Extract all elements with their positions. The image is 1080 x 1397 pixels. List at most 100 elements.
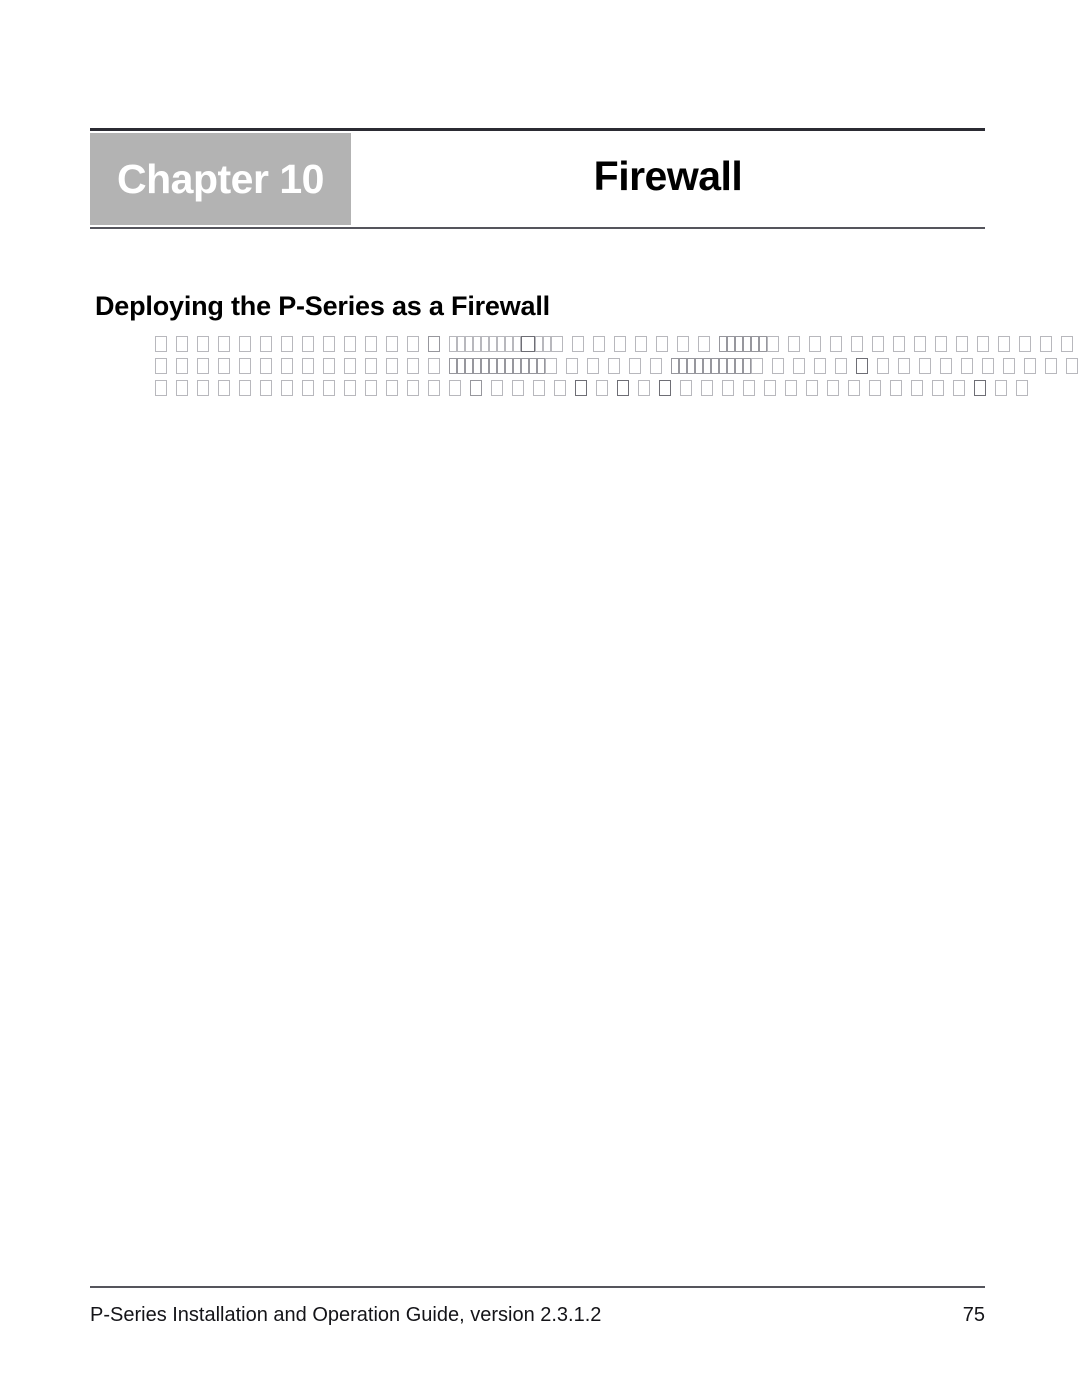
- missing-glyph-box: [260, 358, 272, 374]
- missing-glyph-box: [323, 358, 335, 374]
- missing-glyph-box: [155, 380, 167, 396]
- missing-glyph-box: [537, 358, 545, 374]
- missing-glyph-box: [656, 336, 668, 352]
- missing-glyph-box: [848, 380, 860, 396]
- missing-glyph-box: [197, 380, 209, 396]
- missing-glyph-box: [703, 358, 711, 374]
- missing-glyph-box: [197, 336, 209, 352]
- missing-glyph-box: [407, 358, 419, 374]
- missing-glyph-box: [551, 336, 563, 352]
- missing-glyph-box: [961, 358, 973, 374]
- missing-glyph-box: [935, 336, 947, 352]
- missing-glyph-box: [851, 336, 863, 352]
- missing-glyph-box: [919, 358, 931, 374]
- missing-glyph-box: [465, 358, 473, 374]
- missing-glyph-box: [323, 336, 335, 352]
- missing-glyph-box: [772, 358, 784, 374]
- missing-glyph-box: [698, 336, 710, 352]
- missing-glyph-box: [974, 380, 986, 396]
- missing-glyph-box: [554, 380, 566, 396]
- missing-glyph-box: [806, 380, 818, 396]
- missing-glyph-box: [521, 336, 535, 352]
- missing-glyph-box: [687, 358, 695, 374]
- missing-glyph-box: [281, 358, 293, 374]
- missing-glyph-box: [835, 358, 847, 374]
- header-bottom-rule: [90, 227, 985, 229]
- missing-glyph-box: [428, 380, 440, 396]
- missing-glyph-box: [1016, 380, 1028, 396]
- missing-glyph-box: [743, 380, 755, 396]
- missing-glyph-box: [679, 358, 687, 374]
- missing-glyph-box: [650, 358, 662, 374]
- missing-glyph-box: [473, 336, 481, 352]
- missing-glyph-box: [407, 380, 419, 396]
- missing-glyph-box: [386, 380, 398, 396]
- missing-glyph-box: [635, 336, 647, 352]
- missing-glyph-box: [727, 358, 735, 374]
- missing-glyph-box: [260, 380, 272, 396]
- missing-glyph-box: [155, 358, 167, 374]
- missing-glyph-box: [281, 380, 293, 396]
- missing-glyph-box: [998, 336, 1010, 352]
- missing-glyph-box: [856, 358, 868, 374]
- missing-glyph-box: [176, 336, 188, 352]
- missing-glyph-box: [513, 358, 521, 374]
- missing-glyph-box: [701, 380, 713, 396]
- missing-glyph-box: [365, 380, 377, 396]
- missing-glyph-box: [535, 336, 543, 352]
- missing-glyph-box: [260, 336, 272, 352]
- missing-glyph-box: [176, 380, 188, 396]
- missing-glyph-box: [695, 358, 703, 374]
- missing-glyph-box: [365, 358, 377, 374]
- missing-glyph-box: [344, 336, 356, 352]
- missing-glyph-box: [481, 358, 489, 374]
- missing-glyph-box: [995, 380, 1007, 396]
- missing-glyph-box: [575, 380, 587, 396]
- chapter-title-text: Firewall: [593, 152, 743, 199]
- footer-page-number: 75: [962, 1304, 985, 1326]
- missing-glyph-box: [743, 358, 751, 374]
- missing-glyph-box: [218, 380, 230, 396]
- missing-glyph-box: [711, 358, 719, 374]
- missing-glyph-box: [529, 358, 537, 374]
- missing-glyph-box: [512, 380, 524, 396]
- missing-glyph-box: [898, 358, 910, 374]
- missing-glyph-box: [1003, 358, 1015, 374]
- missing-glyph-box: [302, 336, 314, 352]
- missing-glyph-box: [572, 336, 584, 352]
- missing-glyph-box: [302, 380, 314, 396]
- missing-glyph-box: [759, 336, 767, 352]
- missing-glyph-box: [470, 380, 482, 396]
- missing-glyph-box: [489, 336, 497, 352]
- missing-glyph-box: [788, 336, 800, 352]
- section-heading: Deploying the P-Series as a Firewall: [95, 291, 550, 322]
- missing-glyph-box: [1045, 358, 1057, 374]
- body-text-line: [155, 336, 1073, 358]
- missing-glyph-box: [449, 380, 461, 396]
- missing-glyph-box: [1040, 336, 1052, 352]
- body-paragraph: [155, 336, 1078, 402]
- missing-glyph-box: [869, 380, 881, 396]
- missing-glyph-box: [407, 336, 419, 352]
- footer-document-title: P-Series Installation and Operation Guid…: [90, 1304, 602, 1326]
- missing-glyph-box: [302, 358, 314, 374]
- missing-glyph-box: [719, 358, 727, 374]
- chapter-header: Chapter 10 Firewall: [90, 128, 985, 230]
- header-top-rule: [90, 128, 985, 131]
- missing-glyph-box: [545, 358, 557, 374]
- missing-glyph-box: [505, 358, 513, 374]
- missing-glyph-box: [457, 358, 465, 374]
- missing-glyph-box: [680, 380, 692, 396]
- missing-glyph-box: [809, 336, 821, 352]
- missing-glyph-box: [608, 358, 620, 374]
- missing-glyph-box: [617, 380, 629, 396]
- missing-glyph-box: [956, 336, 968, 352]
- missing-glyph-box: [386, 358, 398, 374]
- missing-glyph-box: [386, 336, 398, 352]
- missing-glyph-box: [239, 358, 251, 374]
- footer-rule: [90, 1286, 985, 1288]
- missing-glyph-box: [465, 336, 473, 352]
- missing-glyph-box: [764, 380, 776, 396]
- missing-glyph-box: [914, 336, 926, 352]
- missing-glyph-box: [365, 336, 377, 352]
